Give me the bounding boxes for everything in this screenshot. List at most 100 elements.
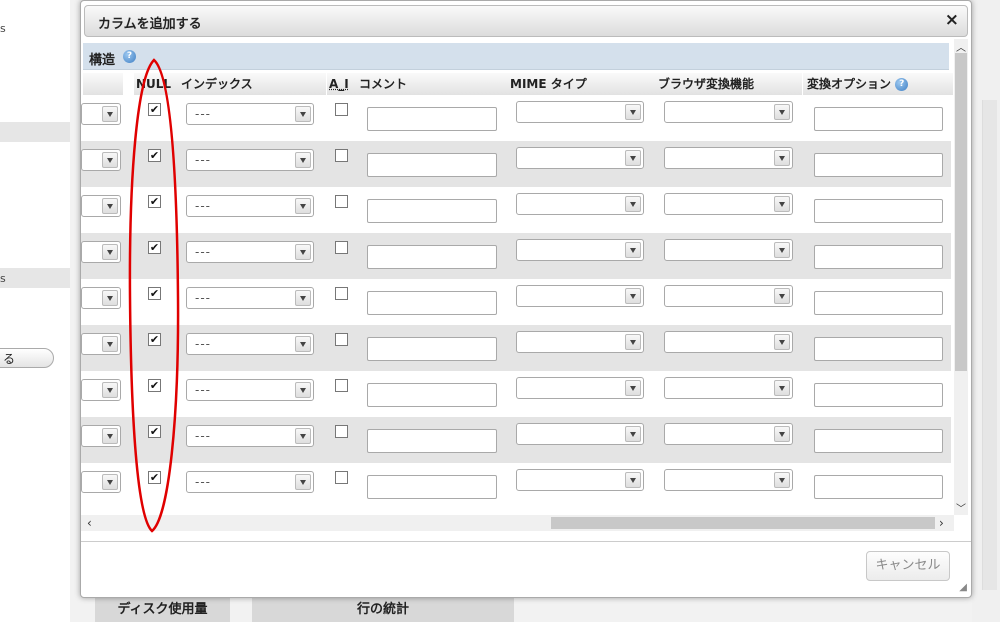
browser-transformation-select[interactable] — [664, 331, 793, 353]
scroll-left-arrow-icon[interactable]: ‹ — [87, 515, 92, 531]
mime-type-select[interactable] — [516, 423, 644, 445]
chevron-down-icon[interactable] — [774, 426, 790, 442]
index-select[interactable]: --- — [186, 241, 314, 263]
chevron-down-icon[interactable] — [295, 152, 311, 168]
auto-increment-checkbox[interactable] — [335, 103, 348, 116]
browser-transformation-select[interactable] — [664, 193, 793, 215]
comment-input[interactable] — [367, 475, 497, 499]
null-checkbox[interactable]: ✔ — [148, 333, 161, 346]
chevron-down-icon[interactable] — [295, 336, 311, 352]
row-leading-select[interactable] — [81, 425, 121, 447]
chevron-down-icon[interactable] — [625, 334, 641, 350]
chevron-down-icon[interactable] — [102, 198, 118, 214]
row-leading-select[interactable] — [81, 333, 121, 355]
index-select[interactable]: --- — [186, 471, 314, 493]
page-scrollbar[interactable] — [982, 100, 997, 590]
chevron-down-icon[interactable] — [774, 472, 790, 488]
chevron-down-icon[interactable] — [774, 334, 790, 350]
horizontal-scroll-thumb[interactable] — [551, 517, 935, 529]
comment-input[interactable] — [367, 153, 497, 177]
index-select[interactable]: --- — [186, 149, 314, 171]
comment-input[interactable] — [367, 199, 497, 223]
browser-transformation-select[interactable] — [664, 469, 793, 491]
row-leading-select[interactable] — [81, 379, 121, 401]
chevron-down-icon[interactable] — [625, 242, 641, 258]
null-checkbox[interactable]: ✔ — [148, 103, 161, 116]
close-icon[interactable]: × — [945, 10, 959, 30]
chevron-down-icon[interactable] — [625, 426, 641, 442]
chevron-down-icon[interactable] — [102, 152, 118, 168]
row-leading-select[interactable] — [81, 103, 121, 125]
scroll-down-arrow-icon[interactable]: ﹀ — [956, 500, 966, 515]
chevron-down-icon[interactable] — [102, 336, 118, 352]
index-select[interactable]: --- — [186, 103, 314, 125]
null-checkbox[interactable]: ✔ — [148, 195, 161, 208]
null-checkbox[interactable]: ✔ — [148, 287, 161, 300]
comment-input[interactable] — [367, 107, 497, 131]
browser-transformation-select[interactable] — [664, 423, 793, 445]
row-leading-select[interactable] — [81, 287, 121, 309]
mime-type-select[interactable] — [516, 377, 644, 399]
chevron-down-icon[interactable] — [102, 382, 118, 398]
browser-transformation-select[interactable] — [664, 147, 793, 169]
chevron-down-icon[interactable] — [774, 150, 790, 166]
chevron-down-icon[interactable] — [295, 244, 311, 260]
chevron-down-icon[interactable] — [625, 104, 641, 120]
chevron-down-icon[interactable] — [295, 428, 311, 444]
row-leading-select[interactable] — [81, 241, 121, 263]
index-select[interactable]: --- — [186, 333, 314, 355]
chevron-down-icon[interactable] — [295, 290, 311, 306]
mime-type-select[interactable] — [516, 193, 644, 215]
transformation-options-input[interactable] — [814, 429, 943, 453]
chevron-down-icon[interactable] — [625, 380, 641, 396]
background-button[interactable]: る — [0, 348, 54, 368]
auto-increment-checkbox[interactable] — [335, 149, 348, 162]
comment-input[interactable] — [367, 383, 497, 407]
comment-input[interactable] — [367, 429, 497, 453]
comment-input[interactable] — [367, 337, 497, 361]
scroll-right-arrow-icon[interactable]: › — [939, 515, 944, 531]
chevron-down-icon[interactable] — [295, 474, 311, 490]
scroll-up-arrow-icon[interactable]: ︿ — [956, 39, 966, 54]
horizontal-scrollbar[interactable]: ‹ › — [81, 515, 954, 531]
chevron-down-icon[interactable] — [625, 196, 641, 212]
transformation-options-input[interactable] — [814, 337, 943, 361]
mime-type-select[interactable] — [516, 147, 644, 169]
vertical-scrollbar[interactable]: ︿ ﹀ — [954, 39, 968, 515]
resize-grip-icon[interactable]: ◢ — [959, 582, 967, 593]
auto-increment-checkbox[interactable] — [335, 425, 348, 438]
chevron-down-icon[interactable] — [295, 106, 311, 122]
transformation-options-input[interactable] — [814, 199, 943, 223]
index-select[interactable]: --- — [186, 195, 314, 217]
auto-increment-checkbox[interactable] — [335, 287, 348, 300]
chevron-down-icon[interactable] — [625, 472, 641, 488]
chevron-down-icon[interactable] — [102, 244, 118, 260]
chevron-down-icon[interactable] — [625, 150, 641, 166]
index-select[interactable]: --- — [186, 287, 314, 309]
auto-increment-checkbox[interactable] — [335, 241, 348, 254]
browser-transformation-select[interactable] — [664, 101, 793, 123]
chevron-down-icon[interactable] — [102, 428, 118, 444]
help-icon[interactable]: ? — [895, 78, 909, 91]
chevron-down-icon[interactable] — [102, 474, 118, 490]
comment-input[interactable] — [367, 291, 497, 315]
chevron-down-icon[interactable] — [774, 242, 790, 258]
transformation-options-input[interactable] — [814, 383, 943, 407]
auto-increment-checkbox[interactable] — [335, 379, 348, 392]
null-checkbox[interactable]: ✔ — [148, 149, 161, 162]
mime-type-select[interactable] — [516, 239, 644, 261]
help-icon[interactable]: ? — [123, 50, 136, 63]
chevron-down-icon[interactable] — [774, 288, 790, 304]
transformation-options-input[interactable] — [814, 291, 943, 315]
row-leading-select[interactable] — [81, 471, 121, 493]
transformation-options-input[interactable] — [814, 475, 943, 499]
auto-increment-checkbox[interactable] — [335, 471, 348, 484]
mime-type-select[interactable] — [516, 331, 644, 353]
chevron-down-icon[interactable] — [625, 288, 641, 304]
transformation-options-input[interactable] — [814, 245, 943, 269]
tab-disk-usage[interactable]: ディスク使用量 — [95, 598, 230, 622]
row-leading-select[interactable] — [81, 149, 121, 171]
comment-input[interactable] — [367, 245, 497, 269]
cancel-button[interactable]: キャンセル — [866, 551, 950, 581]
mime-type-select[interactable] — [516, 285, 644, 307]
